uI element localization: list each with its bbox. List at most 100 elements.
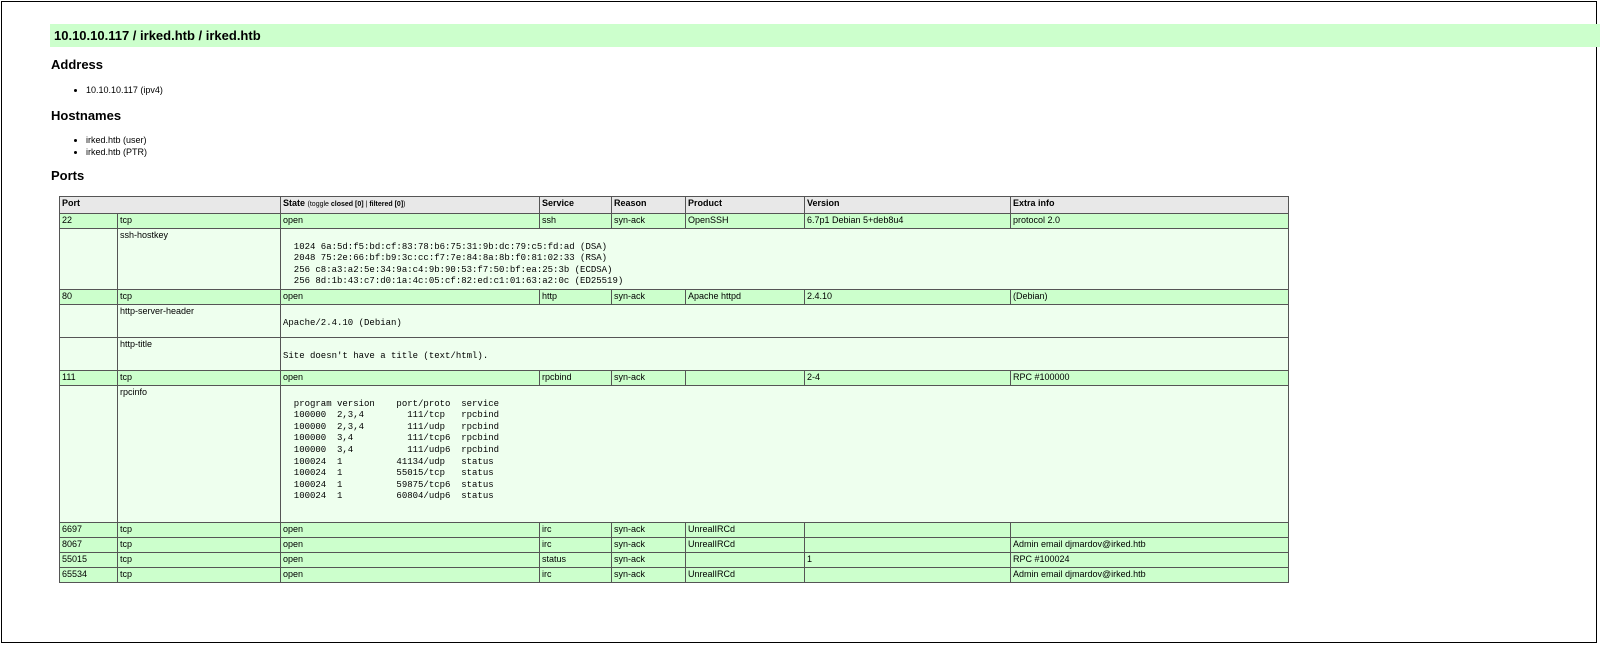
hostname-item: irked.htb (user) (86, 134, 147, 146)
port-extrainfo: RPC #100000 (1010, 369, 1289, 386)
port-number: 8067 (59, 536, 118, 553)
port-number: 111 (59, 369, 118, 386)
script-row: rpcinfo program version port/proto servi… (59, 384, 1289, 523)
port-row: 80 tcp open http syn-ack Apache httpd 2.… (59, 288, 1289, 305)
port-number: 22 (59, 213, 118, 229)
port-number: 55015 (59, 551, 118, 568)
port-service: ssh (539, 213, 612, 229)
address-heading: Address (51, 57, 104, 72)
script-output: 1024 6a:5d:f5:bd:cf:83:78:b6:75:31:9b:dc… (293, 241, 624, 287)
port-product: Apache httpd (685, 288, 805, 305)
address-list: 10.10.10.117 (ipv4) (68, 84, 163, 96)
port-proto: tcp (117, 566, 281, 583)
port-service: irc (539, 566, 612, 583)
address-type: (ipv4) (140, 85, 163, 95)
port-reason: syn-ack (611, 551, 686, 568)
port-extrainfo: RPC #100024 (1010, 551, 1289, 568)
port-product: UnrealIRCd (685, 566, 805, 583)
port-version: 2.4.10 (804, 288, 1011, 305)
port-product: OpenSSH (685, 213, 805, 229)
port-state: open (280, 369, 540, 386)
script-row: http-server-header Apache/2.4.10 (Debian… (59, 303, 1289, 338)
port-reason: syn-ack (611, 288, 686, 305)
port-row: 55015 tcp open status syn-ack 1 RPC #100… (59, 551, 1289, 568)
port-proto: tcp (117, 288, 281, 305)
port-reason: syn-ack (611, 369, 686, 386)
port-proto: tcp (117, 551, 281, 568)
port-version: 1 (804, 551, 1011, 568)
port-product: UnrealIRCd (685, 536, 805, 553)
col-reason: Reason (611, 196, 686, 214)
hostname-item: irked.htb (PTR) (86, 146, 147, 158)
port-state: open (280, 536, 540, 553)
port-extrainfo: (Debian) (1010, 288, 1289, 305)
port-product (685, 369, 805, 386)
port-reason: syn-ack (611, 213, 686, 229)
port-product: UnrealIRCd (685, 521, 805, 538)
col-extrainfo: Extra info (1010, 196, 1289, 214)
port-version (804, 536, 1011, 553)
col-version: Version (804, 196, 1011, 214)
ports-header-row: Port State (toggle closed [0] | filtered… (59, 196, 1289, 214)
toggle-filtered-link[interactable]: filtered [0] (369, 201, 403, 208)
port-state: open (280, 213, 540, 229)
port-number: 65534 (59, 566, 118, 583)
port-service: status (539, 551, 612, 568)
port-proto: tcp (117, 521, 281, 538)
port-version: 2-4 (804, 369, 1011, 386)
port-extrainfo: protocol 2.0 (1010, 213, 1289, 229)
port-reason: syn-ack (611, 536, 686, 553)
port-version (804, 566, 1011, 583)
hostnames-list: irked.htb (user) irked.htb (PTR) (68, 134, 147, 158)
port-service: rpcbind (539, 369, 612, 386)
script-output: program version port/proto service 10000… (293, 398, 500, 502)
ports-table: Port State (toggle closed [0] | filtered… (59, 196, 1289, 583)
port-row: 8067 tcp open irc syn-ack UnrealIRCd Adm… (59, 536, 1289, 553)
port-row: 111 tcp open rpcbind syn-ack 2-4 RPC #10… (59, 369, 1289, 386)
port-state: open (280, 521, 540, 538)
port-row: 65534 tcp open irc syn-ack UnrealIRCd Ad… (59, 566, 1289, 583)
script-output: Apache/2.4.10 (Debian) (283, 317, 402, 328)
port-version (804, 521, 1011, 538)
port-version: 6.7p1 Debian 5+deb8u4 (804, 213, 1011, 229)
port-reason: syn-ack (611, 521, 686, 538)
port-service: irc (539, 521, 612, 538)
ports-heading: Ports (51, 168, 85, 183)
port-service: irc (539, 536, 612, 553)
port-row: 6697 tcp open irc syn-ack UnrealIRCd (59, 521, 1289, 538)
port-proto: tcp (117, 213, 281, 229)
script-name: http-title (117, 336, 281, 371)
host-header: 10.10.10.117 / irked.htb / irked.htb (50, 24, 1600, 47)
port-extrainfo (1010, 521, 1289, 538)
hostname-value: irked.htb (86, 135, 121, 145)
script-name: http-server-header (117, 303, 281, 338)
port-state: open (280, 551, 540, 568)
col-service: Service (539, 196, 612, 214)
port-proto: tcp (117, 536, 281, 553)
state-toggle: (toggle closed [0] | filtered [0]) (307, 201, 406, 208)
address-item: 10.10.10.117 (ipv4) (86, 84, 163, 96)
port-state: open (280, 288, 540, 305)
hostname-value: irked.htb (86, 147, 121, 157)
script-name: rpcinfo (117, 384, 281, 523)
script-row: http-title Site doesn't have a title (te… (59, 336, 1289, 371)
port-extrainfo: Admin email djmardov@irked.htb (1010, 566, 1289, 583)
port-state: open (280, 566, 540, 583)
port-service: http (539, 288, 612, 305)
port-number: 80 (59, 288, 118, 305)
port-reason: syn-ack (611, 566, 686, 583)
address-value: 10.10.10.117 (86, 85, 138, 95)
host-title: 10.10.10.117 / irked.htb / irked.htb (54, 28, 261, 43)
script-output: Site doesn't have a title (text/html). (283, 350, 489, 361)
col-state: State (toggle closed [0] | filtered [0]) (280, 196, 540, 214)
col-port: Port (59, 196, 281, 214)
script-row: ssh-hostkey 1024 6a:5d:f5:bd:cf:83:78:b6… (59, 228, 1289, 290)
hostname-type: (user) (123, 135, 147, 145)
toggle-closed-link[interactable]: closed [0] (331, 201, 364, 208)
col-product: Product (685, 196, 805, 214)
port-extrainfo: Admin email djmardov@irked.htb (1010, 536, 1289, 553)
hostname-type: (PTR) (123, 147, 148, 157)
port-proto: tcp (117, 369, 281, 386)
port-product (685, 551, 805, 568)
hostnames-heading: Hostnames (51, 108, 122, 123)
